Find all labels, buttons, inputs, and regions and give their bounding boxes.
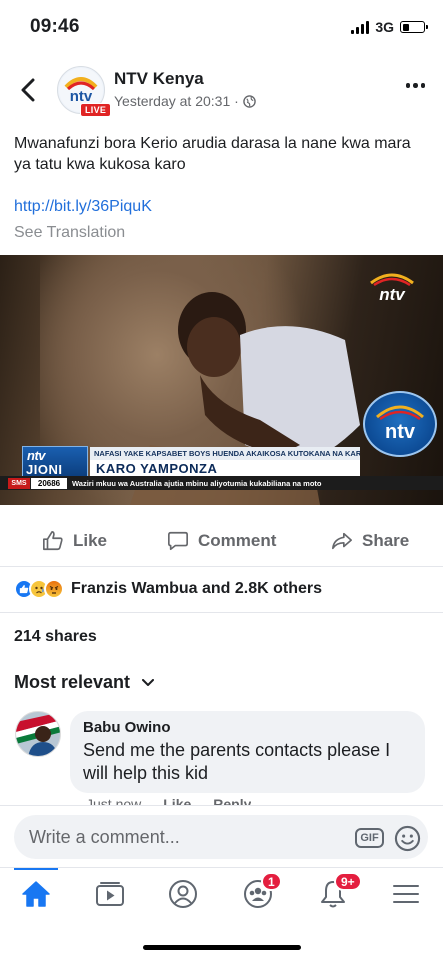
post-text: Mwanafunzi bora Kerio arudia darasa la n… [14, 135, 411, 173]
ticker-sms-number: 20686 [31, 478, 67, 489]
comment-author[interactable]: Babu Owino [83, 719, 412, 736]
status-bar: 09:46 3G [0, 0, 443, 52]
notifications-badge: 9+ [334, 872, 362, 891]
commenter-photo [16, 712, 60, 756]
see-translation-link[interactable]: See Translation [14, 224, 125, 242]
comments-filter-label: Most relevant [14, 672, 131, 692]
share-button[interactable]: Share [331, 530, 409, 552]
video-player[interactable]: ntv ntv ntv JIONI NAFASI YAKE KAPSABET B… [0, 255, 443, 505]
angry-reaction-icon [44, 579, 64, 599]
svg-text:ntv: ntv [379, 285, 406, 303]
post-timestamp[interactable]: Yesterday at 20:31 · [114, 93, 239, 109]
commenter-avatar[interactable] [15, 711, 61, 757]
groups-badge: 1 [261, 872, 282, 891]
news-ticker: SMS 20686 Waziri mkuu wa Australia ajuti… [0, 476, 443, 490]
like-button[interactable]: Like [42, 530, 107, 552]
divider [0, 612, 443, 613]
ntv-watermark-icon: ntv [370, 273, 414, 303]
comment-composer: Write a comment... GIF [0, 805, 443, 867]
home-indicator[interactable] [143, 945, 301, 950]
network-type: 3G [375, 19, 394, 35]
live-badge: LIVE [80, 103, 112, 117]
chevron-down-icon [142, 678, 155, 686]
emoji-icon[interactable] [394, 825, 421, 852]
more-options-button[interactable] [405, 83, 425, 88]
battery-icon [400, 21, 428, 33]
tab-profile[interactable] [161, 876, 205, 912]
comments-filter-dropdown[interactable]: Most relevant [14, 672, 155, 693]
page-avatar[interactable]: ntv LIVE [57, 66, 112, 117]
post-header: ntv LIVE NTV Kenya Yesterday at 20:31 · [0, 60, 443, 122]
gif-button[interactable]: GIF [355, 828, 384, 848]
globe-icon [243, 94, 256, 108]
back-button[interactable] [16, 77, 40, 103]
comment-button[interactable]: Comment [167, 530, 276, 552]
post-link[interactable]: http://bit.ly/36PiquK [14, 198, 152, 216]
tab-watch[interactable] [88, 876, 132, 912]
comment-label: Comment [198, 531, 277, 550]
lower-third-headline: KARO YAMPONZA [90, 460, 360, 477]
signal-strength-icon [351, 20, 370, 34]
tab-menu[interactable] [384, 876, 428, 912]
comment-text: Send me the parents contacts please I wi… [83, 740, 391, 783]
svg-text:ntv: ntv [385, 421, 416, 443]
ticker-text: Waziri mkuu wa Australia ajutia mbinu al… [72, 479, 322, 488]
chevron-left-icon [21, 78, 35, 102]
tab-notifications[interactable]: 9+ [311, 872, 362, 912]
ntv-jioni-logo: ntv JIONI [22, 446, 88, 477]
status-time: 09:46 [30, 16, 80, 37]
profile-icon [169, 880, 197, 908]
hamburger-menu-icon [393, 885, 419, 903]
comment-icon [168, 531, 188, 551]
tab-groups[interactable]: 1 [236, 872, 282, 912]
active-tab-indicator [14, 868, 58, 870]
reactions-summary[interactable]: Franzis Wambua and 2.8K others [14, 578, 322, 600]
post-meta: Yesterday at 20:31 · [114, 93, 256, 109]
share-icon [332, 532, 352, 550]
comment-bubble[interactable]: Babu Owino Send me the parents contacts … [70, 711, 425, 793]
ticker-sms-label: SMS [8, 478, 30, 489]
reactions-text: Franzis Wambua and 2.8K others [71, 580, 323, 597]
divider [0, 566, 443, 567]
page-name[interactable]: NTV Kenya [114, 69, 204, 89]
post-actions: Like Comment Share [0, 515, 443, 567]
lower-third-subheadline: NAFASI YAKE KAPSABET BOYS HUENDA AKAIKOS… [90, 447, 360, 460]
shares-count[interactable]: 214 shares [14, 628, 97, 646]
share-label: Share [362, 531, 410, 550]
tab-home[interactable] [14, 876, 58, 912]
like-label: Like [73, 531, 108, 550]
thumbs-up-icon [43, 531, 63, 551]
video-play-icon [96, 882, 124, 906]
status-indicators: 3G [351, 19, 428, 35]
home-icon [22, 881, 50, 907]
